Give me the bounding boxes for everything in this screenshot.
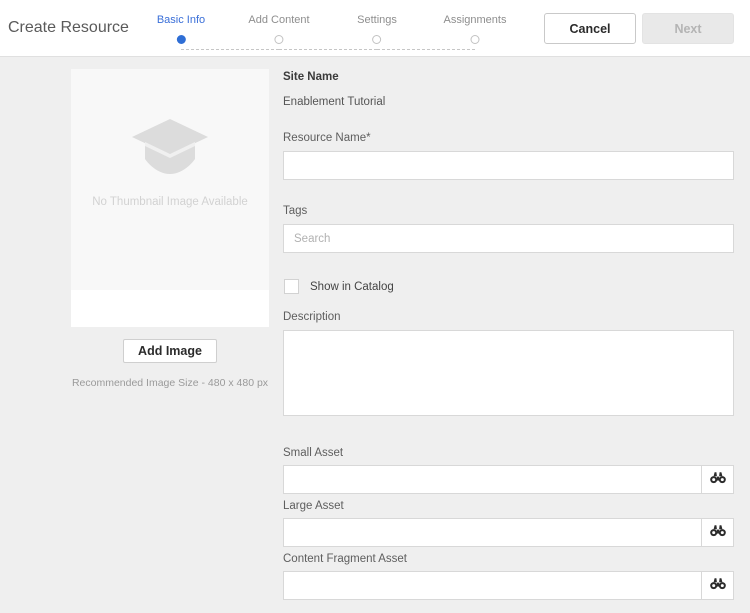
small-asset-label: Small Asset [283,447,344,459]
graduation-cap-icon [131,117,209,182]
add-image-button[interactable]: Add Image [123,339,217,363]
tags-search-input[interactable] [283,224,734,253]
app-header: Create Resource Basic Info Add Content S… [0,0,750,57]
step-add-content-dot [274,35,284,44]
step-settings[interactable]: Settings [357,13,397,44]
resource-name-label: Resource Name* [283,132,371,144]
step-indicator: Basic Info Add Content Settings Assignme… [150,13,507,50]
page-body: No Thumbnail Image Available Add Image R… [0,57,750,613]
page-title: Create Resource [8,19,129,36]
step-add-content[interactable]: Add Content [248,13,310,44]
cancel-button[interactable]: Cancel [544,13,636,44]
large-asset-row [283,518,734,547]
content-fragment-asset-label: Content Fragment Asset [283,553,408,565]
small-asset-row [283,465,734,494]
step-settings-dot [372,35,382,44]
content-fragment-asset-browse-button[interactable] [701,571,734,600]
thumbnail-card-footer [71,290,269,327]
step-add-content-label: Add Content [248,14,310,26]
step-basic-info-label: Basic Info [156,14,206,26]
content-fragment-asset-row [283,571,734,600]
description-field: Description [283,310,734,421]
step-assignments-dot [470,35,480,44]
binoculars-icon [709,577,726,595]
thumbnail-placeholder: No Thumbnail Image Available [71,69,269,244]
tags-field: Tags [283,204,734,253]
large-asset-label: Large Asset [283,500,344,512]
large-asset-field: Large Asset [283,499,734,547]
large-asset-input[interactable] [283,518,701,547]
next-button[interactable]: Next [642,13,734,44]
content-fragment-asset-input[interactable] [283,571,701,600]
description-label: Description [283,311,341,323]
content-fragment-asset-field: Content Fragment Asset [283,552,734,600]
binoculars-icon [709,524,726,542]
step-assignments-label: Assignments [443,14,507,26]
step-basic-info-dot [176,35,186,44]
tags-label: Tags [283,205,308,217]
step-connector-1 [181,49,279,50]
small-asset-input[interactable] [283,465,701,494]
thumbnail-placeholder-text: No Thumbnail Image Available [92,196,248,208]
large-asset-browse-button[interactable] [701,518,734,547]
resource-name-field: Resource Name* [283,131,734,180]
thumbnail-card: No Thumbnail Image Available [71,69,269,327]
show-in-catalog-row[interactable]: Show in Catalog [284,279,394,294]
step-basic-info[interactable]: Basic Info [157,13,205,44]
step-assignments[interactable]: Assignments [443,13,507,44]
small-asset-field: Small Asset [283,446,734,494]
step-connector-3 [377,49,475,50]
recommended-image-size-text: Recommended Image Size - 480 x 480 px [71,377,269,389]
site-name-value: Enablement Tutorial [283,96,386,108]
site-name-label: Site Name [283,71,339,83]
step-connector-2 [279,49,377,50]
description-textarea[interactable] [283,330,734,416]
show-in-catalog-label: Show in Catalog [310,280,394,293]
resource-name-input[interactable] [283,151,734,180]
small-asset-browse-button[interactable] [701,465,734,494]
binoculars-icon [709,471,726,489]
step-settings-label: Settings [357,14,397,26]
show-in-catalog-checkbox[interactable] [284,279,299,294]
